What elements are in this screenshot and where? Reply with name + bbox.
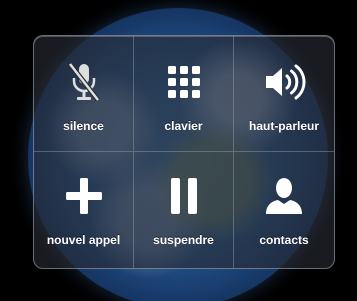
call-screen: silence clavier haut-parleur nouvel appe… bbox=[0, 0, 357, 301]
speaker-button[interactable]: haut-parleur bbox=[234, 36, 334, 152]
call-controls-panel: silence clavier haut-parleur nouvel appe… bbox=[33, 35, 335, 269]
speaker-icon bbox=[266, 64, 306, 100]
hold-button[interactable]: suspendre bbox=[134, 152, 234, 268]
contacts-icon bbox=[266, 178, 302, 214]
speaker-label: haut-parleur bbox=[248, 119, 319, 133]
mute-button[interactable]: silence bbox=[34, 36, 134, 152]
contacts-label: contacts bbox=[259, 233, 309, 247]
add-call-button[interactable]: nouvel appel bbox=[34, 152, 134, 268]
add-call-label: nouvel appel bbox=[46, 233, 121, 247]
contacts-button[interactable]: contacts bbox=[234, 152, 334, 268]
keypad-label: clavier bbox=[164, 119, 203, 133]
mute-label: silence bbox=[63, 119, 104, 133]
mute-icon bbox=[67, 62, 100, 102]
add-call-icon bbox=[65, 178, 102, 214]
keypad-icon bbox=[167, 66, 200, 98]
hold-icon bbox=[170, 178, 197, 214]
hold-label: suspendre bbox=[153, 233, 214, 247]
keypad-button[interactable]: clavier bbox=[134, 36, 234, 152]
